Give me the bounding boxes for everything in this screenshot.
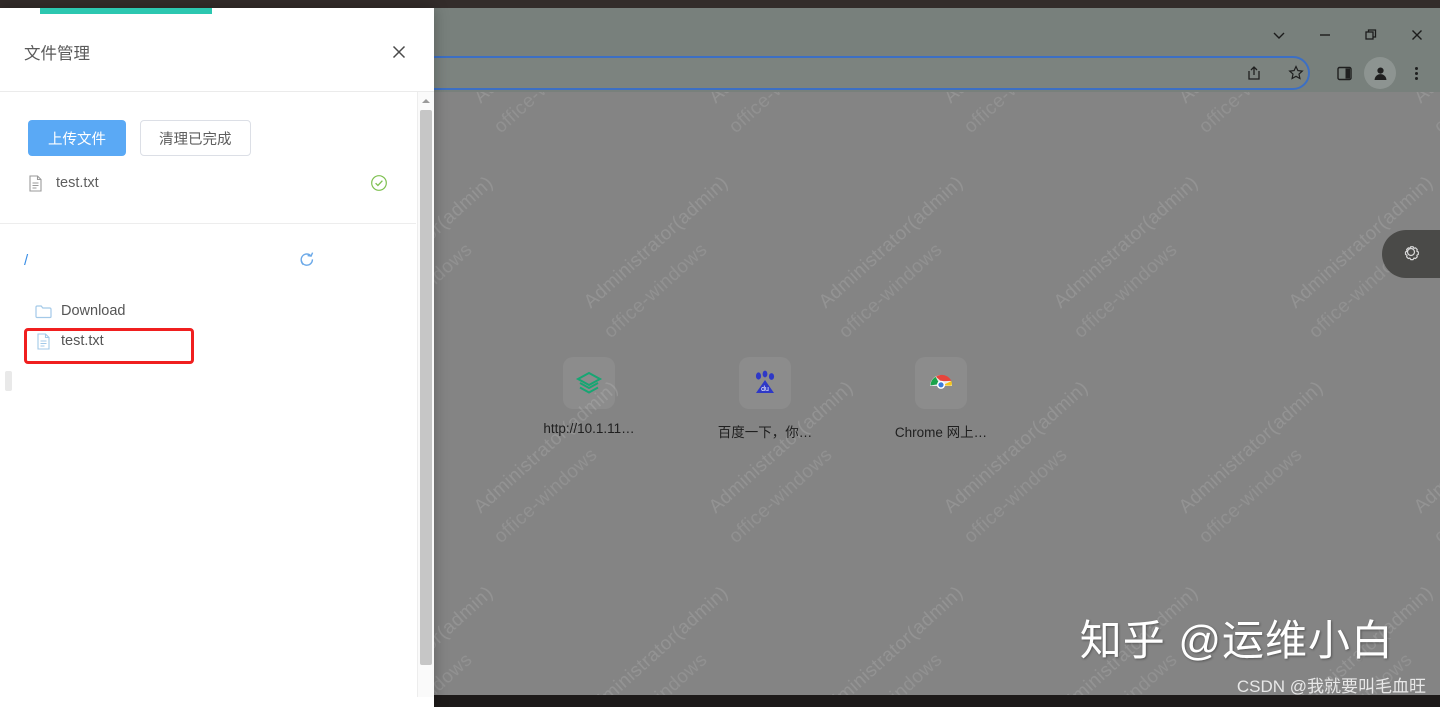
document-icon <box>28 174 48 192</box>
desktop-shortcut[interactable]: Chrome 网上… <box>882 357 1000 441</box>
minimize-icon[interactable] <box>1302 16 1348 54</box>
svg-text:du: du <box>761 386 769 393</box>
watermark-text: Administrator(admin) <box>1410 377 1440 518</box>
settings-gear-tab[interactable] <box>1382 230 1440 278</box>
desktop-shortcuts: http://10.1.11… du 百度一下，你… Chrome 网上… <box>530 357 1000 441</box>
refresh-icon[interactable] <box>298 251 316 269</box>
window-controls <box>1256 16 1440 54</box>
file-manager-header: 文件管理 <box>0 14 434 90</box>
watermark-text: Administrator(admin) <box>1175 92 1328 108</box>
restore-icon[interactable] <box>1348 16 1394 54</box>
file-manager-panel: 文件管理 上传文件 清理已完成 test.txt / Download test… <box>0 8 434 707</box>
watermark-text: Administrator(admin) <box>1050 172 1203 313</box>
tree-item-file[interactable]: test.txt <box>0 326 416 356</box>
folder-icon <box>34 302 52 320</box>
upload-actions: 上传文件 清理已完成 <box>28 120 251 156</box>
watermark-text: office-windows <box>1430 444 1440 548</box>
watermark-text: office-windows <box>1195 444 1307 548</box>
upload-section: 上传文件 清理已完成 test.txt <box>0 92 416 224</box>
screen: Administrator(admin) office-windows Admini… <box>0 0 1440 707</box>
watermark-text: Administrator(admin) <box>580 582 733 695</box>
watermark-text: office-windows <box>490 92 602 138</box>
panel-resize-handle[interactable] <box>5 371 12 391</box>
share-icon[interactable] <box>1238 57 1270 89</box>
upload-list-item[interactable]: test.txt <box>28 170 388 196</box>
file-text-icon <box>34 332 52 350</box>
watermark-text: Administrator(admin) <box>1410 92 1440 108</box>
watermark-text: office-windows <box>960 444 1072 548</box>
watermark-text: office-windows <box>1430 92 1440 138</box>
circle-check-icon <box>370 174 388 192</box>
tree-item-label: Download <box>61 303 126 319</box>
watermark-text: office-windows <box>835 239 947 343</box>
desktop-shortcut-label: http://10.1.11… <box>543 421 635 436</box>
upload-list: test.txt <box>28 170 388 196</box>
watermark-text: Administrator(admin) <box>940 92 1093 108</box>
watermark-text: Administrator(admin) <box>815 582 968 695</box>
baidu-paw-icon: du <box>739 357 791 409</box>
profile-avatar-icon[interactable] <box>1364 57 1396 89</box>
chrome-menu-icon[interactable] <box>1400 57 1432 89</box>
browser-toolbar-icons <box>1328 56 1432 90</box>
watermark-text: office-windows <box>725 92 837 138</box>
tree-item-folder[interactable]: Download <box>0 296 416 326</box>
zhihu-watermark: 知乎 @运维小白 <box>1079 617 1394 664</box>
watermark-text: Administrator(admin) <box>1175 377 1328 518</box>
watermark-text: office-windows <box>600 239 712 343</box>
chevron-down-icon[interactable] <box>1256 16 1302 54</box>
watermark-text: office-windows <box>600 649 712 695</box>
watermark-text: office-windows <box>960 92 1072 138</box>
watermark-text: office-windows <box>835 649 947 695</box>
desktop-shortcut-label: Chrome 网上… <box>894 425 988 440</box>
breadcrumb[interactable]: / <box>24 252 28 269</box>
watermark-text: Administrator(admin) <box>705 92 858 108</box>
close-icon[interactable] <box>386 39 412 65</box>
upload-file-name: test.txt <box>56 175 99 191</box>
watermark-text: office-windows <box>725 444 837 548</box>
chrome-webstore-icon <box>915 357 967 409</box>
gear-icon <box>1400 241 1422 268</box>
watermark-text: Administrator(admin) <box>470 92 623 108</box>
tree-item-label: test.txt <box>61 333 104 349</box>
upload-file-button[interactable]: 上传文件 <box>28 120 126 156</box>
layers-green-icon <box>563 357 615 409</box>
browser-tabstrip[interactable] <box>0 0 1440 8</box>
panel-scrollbar[interactable] <box>417 92 434 697</box>
watermark-text: Administrator(admin) <box>580 172 733 313</box>
panel-title: 文件管理 <box>24 45 90 63</box>
clear-completed-button[interactable]: 清理已完成 <box>140 120 251 156</box>
desktop-shortcut[interactable]: http://10.1.11… <box>530 357 648 441</box>
desktop-shortcut[interactable]: du 百度一下，你… <box>706 357 824 441</box>
scrollbar-thumb[interactable] <box>420 110 432 665</box>
scroll-up-arrow-icon[interactable] <box>418 94 434 108</box>
csdn-watermark: CSDN @我就要叫毛血旺 <box>1236 677 1426 695</box>
watermark-text: Administrator(admin) <box>815 172 968 313</box>
desktop-shortcut-label: 百度一下，你… <box>717 425 813 440</box>
side-panel-icon[interactable] <box>1328 57 1360 89</box>
watermark-text: office-windows <box>490 444 602 548</box>
omnibox-actions <box>1238 58 1312 88</box>
file-tree: Download test.txt <box>0 296 416 356</box>
bookmark-star-icon[interactable] <box>1280 57 1312 89</box>
path-bar: / <box>0 236 416 284</box>
watermark-text: office-windows <box>1070 239 1182 343</box>
close-icon[interactable] <box>1394 16 1440 54</box>
watermark-text: office-windows <box>1195 92 1307 138</box>
